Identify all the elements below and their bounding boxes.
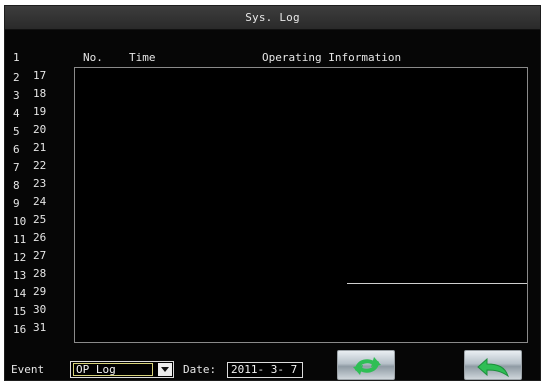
window-title: Sys. Log [5, 6, 540, 30]
date-label: Date: [183, 363, 217, 376]
left-row-number: 16 [13, 323, 27, 336]
log-divider [347, 283, 527, 284]
left-row-number: 14 [13, 287, 27, 300]
right-row-number: 30 [33, 303, 47, 316]
right-row-number: 22 [33, 159, 47, 172]
refresh-button[interactable] [337, 350, 395, 380]
right-row-number: 20 [33, 123, 47, 136]
right-row-number: 26 [33, 231, 47, 244]
right-row-number: 21 [33, 141, 47, 154]
no-column-header: No. [83, 51, 103, 64]
screen: Sys. Log 1 No. Time Operating Informatio… [0, 0, 544, 381]
left-row-number: 15 [13, 305, 27, 318]
left-row-number: 10 [13, 215, 27, 228]
time-column-header: Time [129, 51, 156, 64]
refresh-icon [353, 357, 381, 375]
right-row-number: 24 [33, 195, 47, 208]
row-index-header: 1 [13, 51, 20, 64]
right-row-number: 19 [33, 105, 47, 118]
event-label: Event [11, 363, 45, 376]
log-list[interactable] [74, 67, 528, 343]
left-row-number: 5 [13, 125, 20, 138]
left-row-number: 3 [13, 89, 20, 102]
left-row-number: 11 [13, 233, 27, 246]
sys-log-window: Sys. Log 1 No. Time Operating Informatio… [4, 5, 541, 381]
event-select[interactable]: OP Log [70, 361, 174, 378]
left-row-number: 13 [13, 269, 27, 282]
back-icon [477, 357, 509, 378]
left-row-number: 6 [13, 143, 20, 156]
left-row-number: 9 [13, 197, 20, 210]
date-field[interactable]: 2011- 3- 7 [227, 362, 303, 378]
back-button[interactable] [464, 350, 522, 380]
operating-information-column-header: Operating Information [262, 51, 402, 64]
right-row-number: 23 [33, 177, 47, 190]
right-row-number: 28 [33, 267, 47, 280]
left-row-number: 7 [13, 161, 20, 174]
left-row-number: 4 [13, 107, 20, 120]
left-row-number: 12 [13, 251, 27, 264]
right-row-number: 29 [33, 285, 47, 298]
right-row-number: 31 [33, 321, 47, 334]
left-row-number: 8 [13, 179, 20, 192]
chevron-down-icon[interactable] [158, 363, 172, 376]
event-select-value[interactable]: OP Log [73, 363, 153, 376]
right-row-number: 27 [33, 249, 47, 262]
right-row-number: 17 [33, 69, 47, 82]
right-row-number: 25 [33, 213, 47, 226]
left-row-number: 2 [13, 71, 20, 84]
right-row-number: 18 [33, 87, 47, 100]
